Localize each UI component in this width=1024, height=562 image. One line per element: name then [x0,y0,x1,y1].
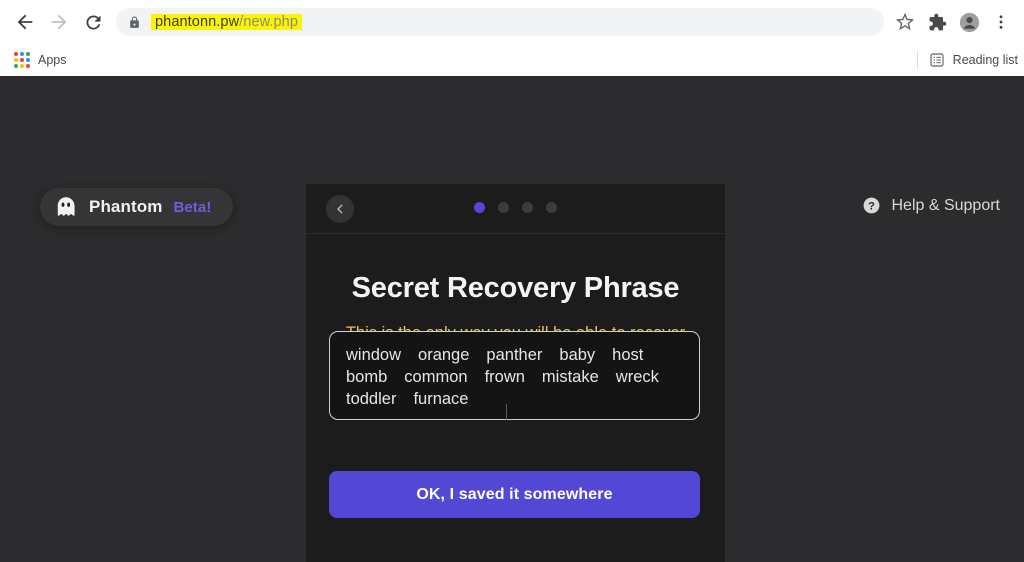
apps-grid-icon [14,52,30,68]
arrow-right-icon [51,14,67,30]
url-highlight: phantonn.pw/new.php [151,14,303,30]
seed-word: mistake [541,368,599,386]
toolbar-right-actions [890,7,1016,37]
extensions-button[interactable] [922,7,952,37]
brand-name-label: Phantom [89,197,163,216]
address-bar[interactable]: phantonn.pw/new.php [116,8,884,36]
step-dot-2[interactable] [498,202,509,213]
seed-word: bomb [346,368,388,386]
svg-text:?: ? [869,200,876,212]
reload-icon [85,14,100,29]
text-cursor-caret [506,404,507,420]
profile-button[interactable] [954,7,984,37]
url-path: /new.php [239,14,299,30]
url-host: phantonn.pw [155,14,240,30]
step-pagination [306,202,725,213]
browser-forward-button[interactable] [42,5,76,39]
reading-list-label: Reading list [952,53,1018,67]
step-dot-3[interactable] [522,202,533,213]
seed-word: frown [484,368,525,386]
seed-word: common [404,368,468,386]
seed-phrase-box[interactable]: window orange panther baby host bomb com… [329,331,700,420]
puzzle-piece-icon [929,13,946,30]
reading-list-icon [930,53,944,67]
bookmarks-bar: Apps Reading list [0,44,1024,76]
seed-word: furnace [413,390,469,408]
seed-word: wreck [615,368,659,386]
seed-word: baby [559,346,596,364]
bookmark-star-button[interactable] [890,7,920,37]
phantom-ghost-icon [57,197,75,216]
browser-chrome: phantonn.pw/new.php Apps Reading list [0,0,1024,76]
profile-avatar-icon [959,12,979,32]
seed-word: orange [418,346,470,364]
browser-toolbar: phantonn.pw/new.php [0,0,1024,44]
browser-menu-button[interactable] [986,7,1016,37]
step-dot-1[interactable] [474,202,485,213]
help-and-support-link[interactable]: ? Help & Support [862,196,1000,215]
seed-word-list: window orange panther baby host bomb com… [346,345,683,410]
bookmark-apps-label: Apps [38,53,67,67]
toolbar-divider [916,51,918,69]
brand-beta-label: Beta! [173,198,212,216]
bookmark-apps[interactable]: Apps [10,49,75,71]
seed-word: window [346,346,402,364]
phantom-brand-badge[interactable]: Phantom Beta! [40,188,234,226]
seed-word: toddler [346,390,397,408]
help-and-support-label: Help & Support [891,196,1000,214]
arrow-left-icon [17,14,33,30]
browser-reload-button[interactable] [76,5,110,39]
star-icon [896,13,914,31]
three-dot-menu-icon [999,15,1003,29]
question-mark-circle-icon: ? [864,197,880,214]
card-header [306,184,725,234]
lock-icon [128,15,141,30]
step-dot-4[interactable] [546,202,557,213]
page-viewport: Phantom Beta! ? Help & Support Secret Re… [0,76,1024,562]
reading-list-button[interactable]: Reading list [916,44,1018,76]
browser-back-button[interactable] [8,5,42,39]
seed-word: panther [486,346,543,364]
seed-word: host [612,346,644,364]
confirm-saved-button[interactable]: OK, I saved it somewhere [329,471,700,518]
url-text: phantonn.pw/new.php [151,14,303,30]
page-title: Secret Recovery Phrase [351,272,680,304]
